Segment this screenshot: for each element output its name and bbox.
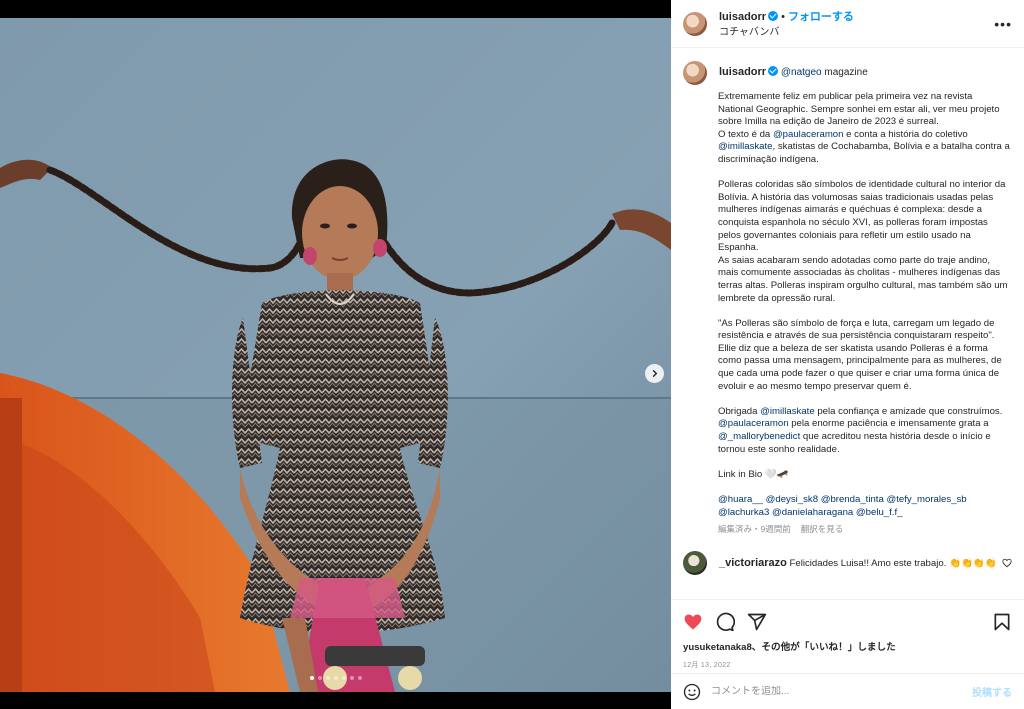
heart-filled-icon <box>684 614 702 630</box>
mention-link[interactable]: @_mallorybenedict <box>718 431 800 442</box>
translate-link[interactable]: 翻訳を見る <box>801 524 844 534</box>
carousel-dot <box>349 676 354 680</box>
like-button[interactable] <box>683 612 703 632</box>
caption-author-username[interactable]: luisadorr <box>719 66 766 78</box>
mention-link[interactable]: @brenda_tinta <box>821 494 884 505</box>
edited-timestamp: 編集済み・9週間前 <box>718 524 791 535</box>
tagged-account-link[interactable]: @natgeo <box>781 67 822 78</box>
share-button[interactable] <box>747 612 767 632</box>
mention-link[interactable]: @imillaskate <box>760 406 815 417</box>
verified-badge-icon <box>768 66 779 76</box>
caption-author-avatar[interactable] <box>683 61 707 85</box>
comment-input[interactable] <box>711 686 972 697</box>
post-modal: luisadorr • フォローする コチャバンバ ••• luisadorr @n… <box>0 0 1024 709</box>
caption-title-line: luisadorr @natgeo magazine <box>719 65 868 80</box>
liked-by-user-link[interactable]: yusuketanaka8 <box>683 642 752 653</box>
caption-paragraph: "As Polleras são símbolo de força e luta… <box>718 317 1005 392</box>
mention-link[interactable]: @danielaharagana <box>772 507 853 518</box>
author-avatar[interactable] <box>683 11 707 36</box>
paper-plane-icon <box>747 613 767 631</box>
more-options-icon[interactable]: ••• <box>994 17 1012 31</box>
caption-paragraph: Extremamente feliz em publicar pela prim… <box>718 91 1013 165</box>
carousel-dot <box>357 676 362 680</box>
mention-link[interactable]: @deysi_sk8 <box>766 494 818 505</box>
carousel-dot <box>341 676 346 680</box>
emoji-icon[interactable] <box>683 683 701 701</box>
mention-link[interactable]: @imillaskate <box>718 141 773 152</box>
chevron-right-icon <box>652 369 658 378</box>
next-slide-button[interactable] <box>645 364 664 383</box>
mention-link[interactable]: @belu_f.f_ <box>856 507 903 518</box>
verified-badge-icon <box>768 10 779 21</box>
follow-button[interactable]: フォローする <box>788 11 854 23</box>
photo-illustration <box>0 18 671 692</box>
mention-link[interactable]: @tefy_morales_sb <box>886 494 966 505</box>
comments-scroll[interactable]: luisadorr @natgeo magazine Extremamente … <box>671 49 1024 599</box>
location-link[interactable]: コチャバンバ <box>719 25 854 40</box>
caption-paragraph: @huara__ @deysi_sk8 @brenda_tinta @tefy_… <box>718 494 1010 519</box>
commenter-username[interactable]: _victoriarazo <box>719 557 787 569</box>
post-sidebar: luisadorr • フォローする コチャバンバ ••• luisadorr @n… <box>671 0 1024 709</box>
comment-like-icon[interactable] <box>1002 558 1012 568</box>
tagged-account-suffix: magazine <box>824 67 868 78</box>
comment-item: _victoriarazo Felicidades Luisa!! Amo es… <box>671 535 1024 576</box>
carousel-indicator <box>0 676 671 680</box>
mention-link[interactable]: @paulaceramon <box>718 418 789 429</box>
mention-link[interactable]: @paulaceramon <box>773 129 844 140</box>
liked-by-others-link[interactable]: 、その他が「いいね！」しました <box>752 642 896 653</box>
mention-link[interactable]: @lachurka3 <box>718 507 769 518</box>
post-comment-button[interactable]: 投稿する <box>972 684 1012 699</box>
comment-button[interactable] <box>715 612 735 632</box>
carousel-dot <box>325 676 330 680</box>
likes-summary: yusuketanaka8、その他が「いいね！」しました <box>683 639 1012 653</box>
caption-header: luisadorr @natgeo magazine <box>671 49 1024 85</box>
comment-text: _victoriarazo Felicidades Luisa!! Amo es… <box>719 557 1002 569</box>
bookmark-icon <box>994 613 1010 631</box>
caption-text: Extremamente feliz em publicar pela prim… <box>671 85 1024 519</box>
caption-meta: 編集済み・9週間前 翻訳を見る <box>671 519 1024 535</box>
author-username[interactable]: luisadorr <box>719 11 766 23</box>
speech-bubble-icon <box>716 612 735 632</box>
comment-body: Felicidades Luisa!! Amo este trabajo. 👏👏… <box>789 558 997 570</box>
author-info: luisadorr • フォローする コチャバンバ <box>719 8 854 40</box>
carousel-dot <box>333 676 338 680</box>
carousel-dot <box>309 676 314 680</box>
caption-paragraph: Polleras coloridas são símbolos de ident… <box>718 179 1008 304</box>
separator: • <box>781 10 785 23</box>
post-date[interactable]: 12月 13, 2022 <box>683 660 1012 670</box>
post-header: luisadorr • フォローする コチャバンバ ••• <box>671 0 1024 48</box>
commenter-avatar[interactable] <box>683 551 707 576</box>
post-photo[interactable] <box>0 18 671 692</box>
save-button[interactable] <box>992 612 1012 632</box>
action-bar: yusuketanaka8、その他が「いいね！」しました 12月 13, 202… <box>671 599 1024 670</box>
mention-link[interactable]: @huara__ <box>718 494 763 505</box>
caption-paragraph: Link in Bio 🤍🛹 <box>718 468 789 480</box>
carousel-dot <box>317 676 322 680</box>
caption-paragraph: Obrigada @imillaskate pela confiança e a… <box>718 405 1003 455</box>
comment-composer: 投稿する <box>671 673 1024 709</box>
action-icons <box>683 608 1012 636</box>
